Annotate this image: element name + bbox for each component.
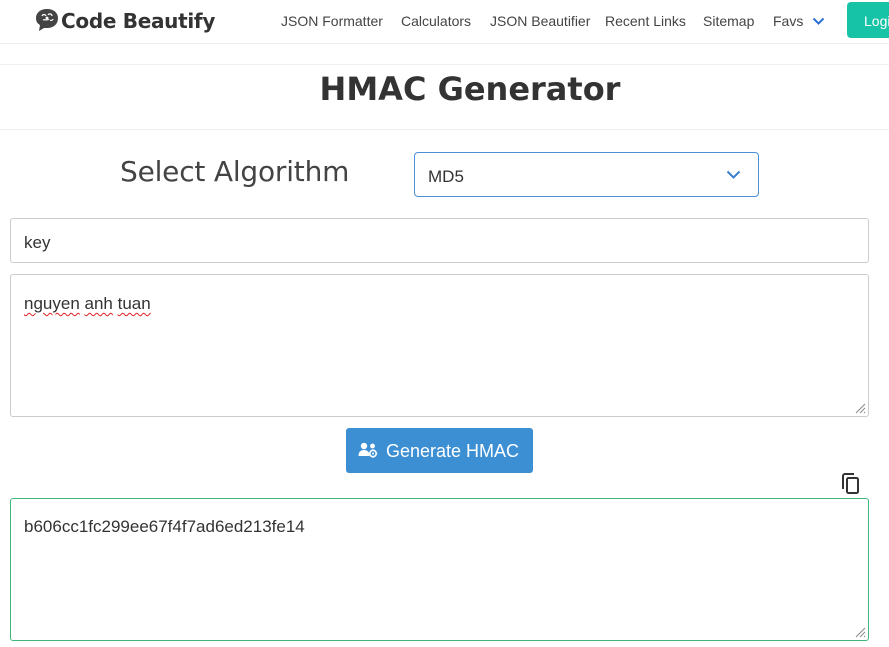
hmac-output-value: b606cc1fc299ee67f4f7ad6ed213fe14 bbox=[24, 517, 305, 536]
nav-favs-label: Favs bbox=[773, 13, 804, 29]
users-gear-icon bbox=[358, 442, 378, 458]
login-button[interactable]: Logi bbox=[847, 2, 889, 38]
nav-json-beautifier[interactable]: JSON Beautifier bbox=[490, 13, 590, 29]
chevron-down-icon bbox=[813, 17, 825, 25]
generate-hmac-label: Generate HMAC bbox=[386, 441, 520, 461]
nav-sitemap[interactable]: Sitemap bbox=[703, 13, 754, 29]
logo-text: Code Beautify bbox=[61, 9, 216, 33]
divider bbox=[0, 64, 889, 65]
algorithm-select[interactable]: MD5 bbox=[414, 152, 759, 197]
chevron-down-icon bbox=[726, 170, 741, 179]
top-navbar: Code Beautify JSON Formatter Calculators… bbox=[0, 0, 889, 44]
generate-hmac-button[interactable]: Generate HMAC bbox=[346, 428, 533, 473]
message-textarea[interactable]: nguyen anh tuan bbox=[10, 274, 869, 417]
output-textarea[interactable]: b606cc1fc299ee67f4f7ad6ed213fe14 bbox=[10, 498, 869, 641]
divider bbox=[0, 129, 889, 130]
algorithm-selected-value: MD5 bbox=[428, 167, 464, 186]
resize-handle-icon[interactable] bbox=[854, 626, 866, 638]
site-logo[interactable]: Code Beautify bbox=[33, 6, 215, 36]
nav-calculators[interactable]: Calculators bbox=[401, 13, 471, 29]
resize-handle-icon[interactable] bbox=[854, 402, 866, 414]
nav-json-formatter[interactable]: JSON Formatter bbox=[281, 13, 383, 29]
nav-favs[interactable]: Favs bbox=[773, 13, 825, 29]
algorithm-label: Select Algorithm bbox=[120, 155, 350, 188]
message-word: nguyen bbox=[24, 294, 80, 313]
message-text: nguyen anh tuan bbox=[24, 294, 151, 314]
key-input[interactable]: key bbox=[10, 218, 869, 263]
message-word: anh bbox=[84, 294, 113, 313]
brain-logo-icon bbox=[36, 9, 58, 31]
message-word: tuan bbox=[117, 294, 151, 313]
page-title: HMAC Generator bbox=[319, 70, 621, 108]
copy-icon[interactable] bbox=[840, 472, 862, 496]
nav-recent-links[interactable]: Recent Links bbox=[605, 13, 686, 29]
key-input-value: key bbox=[24, 233, 51, 252]
